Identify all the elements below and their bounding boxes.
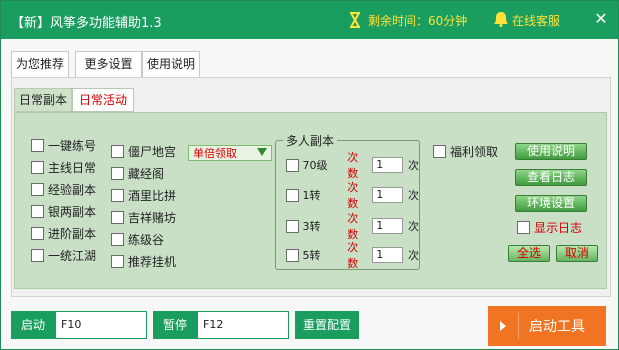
checkbox-zombie-palace[interactable]: 僵尸地宫 bbox=[111, 143, 176, 159]
subtab-daily-activity[interactable]: 日常活动 bbox=[72, 88, 134, 112]
checkbox-box[interactable] bbox=[433, 144, 446, 158]
checkbox-box[interactable] bbox=[111, 232, 124, 246]
hourglass-icon bbox=[348, 12, 362, 28]
tab-usage[interactable]: 使用说明 bbox=[142, 51, 200, 77]
checkbox-box[interactable] bbox=[111, 188, 124, 202]
checkbox-show-log[interactable]: 显示日志 bbox=[517, 219, 582, 235]
support-bell-icon[interactable] bbox=[493, 11, 509, 27]
multi-row-3zhuan: 3转 次数 1 次 bbox=[286, 212, 419, 241]
checkbox-lucky-casino[interactable]: 吉祥赌坊 bbox=[111, 209, 176, 225]
usage-button[interactable]: 使用说明 bbox=[515, 143, 587, 160]
multi-row-70: 70级 次数 1 次 bbox=[286, 151, 419, 180]
checkbox-box[interactable] bbox=[517, 220, 530, 234]
checkbox-box[interactable] bbox=[31, 226, 44, 240]
checkbox-box[interactable] bbox=[31, 160, 44, 174]
start-hotkey-input[interactable]: F10 bbox=[55, 311, 147, 339]
cancel-button[interactable]: 取消 bbox=[556, 245, 598, 262]
checkbox-silver-dungeon[interactable]: 银两副本 bbox=[31, 203, 96, 219]
multi-dungeon-group: 多人副本 70级 次数 1 次 1转 次数 1 次 3转 次数 1 次 5转 次… bbox=[275, 132, 420, 270]
multi-dungeon-title: 多人副本 bbox=[283, 132, 338, 149]
checkbox-box[interactable] bbox=[31, 182, 44, 196]
checkbox-box[interactable] bbox=[111, 254, 124, 268]
count-input[interactable]: 1 bbox=[372, 218, 403, 234]
checkbox-box[interactable] bbox=[31, 248, 44, 262]
checkbox-box[interactable] bbox=[31, 204, 44, 218]
play-icon bbox=[500, 321, 506, 331]
checkbox-box[interactable] bbox=[286, 248, 299, 262]
multi-row-5zhuan: 5转 次数 1 次 bbox=[286, 241, 419, 270]
checkbox-main-daily[interactable]: 主线日常 bbox=[31, 159, 96, 175]
dropdown-arrow-icon bbox=[257, 148, 267, 156]
app-window: 【新】风筝多功能辅助1.3 剩余时间：60分钟 在线客服 ✕ 为您推荐 更多设置… bbox=[0, 0, 619, 350]
online-support-link[interactable]: 在线客服 bbox=[512, 12, 560, 29]
pause-hotkey-label: 暂停 bbox=[153, 311, 197, 339]
checkbox-box[interactable] bbox=[286, 219, 299, 233]
pause-hotkey-input[interactable]: F12 bbox=[197, 311, 289, 339]
reward-mode-select[interactable]: 单倍领取 bbox=[188, 145, 272, 161]
tab-more-settings[interactable]: 更多设置 bbox=[75, 51, 142, 77]
checkbox-box[interactable] bbox=[111, 144, 124, 158]
checkbox-one-click-level[interactable]: 一键练号 bbox=[31, 137, 96, 153]
checkbox-recommended-idle[interactable]: 推荐挂机 bbox=[111, 253, 176, 269]
checkbox-wine-contest[interactable]: 酒里比拼 bbox=[111, 187, 176, 203]
count-input[interactable]: 1 bbox=[372, 247, 403, 263]
close-button[interactable]: ✕ bbox=[591, 9, 611, 29]
select-all-button[interactable]: 全选 bbox=[508, 245, 550, 262]
checkbox-box[interactable] bbox=[111, 166, 124, 180]
checkbox-box[interactable] bbox=[286, 158, 299, 172]
checkbox-box[interactable] bbox=[111, 210, 124, 224]
multi-row-1zhuan: 1转 次数 1 次 bbox=[286, 181, 419, 210]
env-settings-button[interactable]: 环境设置 bbox=[515, 195, 587, 212]
tab-content: 日常副本 日常活动 一键练号 主线日常 经验副本 银两副本 进阶副本 一统江湖 … bbox=[11, 77, 611, 297]
tab-recommend[interactable]: 为您推荐 bbox=[11, 51, 69, 77]
title-bar: 【新】风筝多功能辅助1.3 剩余时间：60分钟 在线客服 ✕ bbox=[1, 1, 618, 39]
remaining-time: 剩余时间：60分钟 bbox=[368, 14, 468, 28]
view-log-button[interactable]: 查看日志 bbox=[515, 169, 587, 186]
start-hotkey-label: 启动 bbox=[11, 311, 55, 339]
count-input[interactable]: 1 bbox=[372, 157, 403, 173]
checkbox-box[interactable] bbox=[31, 138, 44, 152]
settings-panel: 一键练号 主线日常 经验副本 银两副本 进阶副本 一统江湖 僵尸地宫 藏经阁 酒… bbox=[14, 112, 607, 289]
subtab-daily-dungeon[interactable]: 日常副本 bbox=[14, 88, 72, 112]
checkbox-exp-dungeon[interactable]: 经验副本 bbox=[31, 181, 96, 197]
count-input[interactable]: 1 bbox=[372, 187, 403, 203]
checkbox-unify-jianghu[interactable]: 一统江湖 bbox=[31, 247, 96, 263]
launch-tool-button[interactable]: 启动工具 bbox=[488, 306, 606, 346]
checkbox-welfare[interactable]: 福利领取 bbox=[433, 143, 498, 159]
checkbox-scripture-pavilion[interactable]: 藏经阁 bbox=[111, 165, 164, 181]
checkbox-leveling-valley[interactable]: 练级谷 bbox=[111, 231, 164, 247]
app-title: 【新】风筝多功能辅助1.3 bbox=[11, 16, 162, 31]
checkbox-advance-dungeon[interactable]: 进阶副本 bbox=[31, 225, 96, 241]
checkbox-box[interactable] bbox=[286, 188, 299, 202]
reset-config-button[interactable]: 重置配置 bbox=[295, 311, 359, 339]
